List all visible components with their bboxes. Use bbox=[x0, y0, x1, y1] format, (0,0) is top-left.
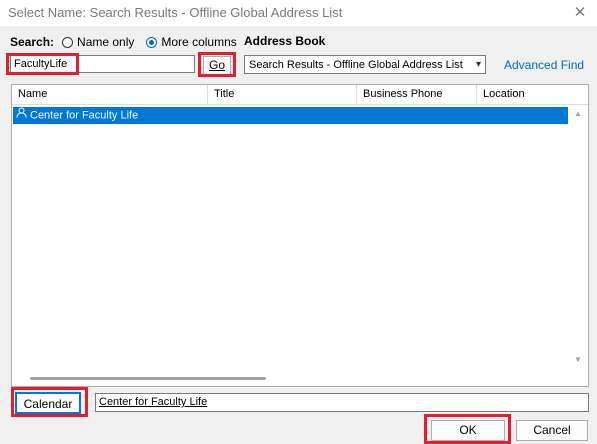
name-only-label[interactable]: Name only bbox=[77, 35, 134, 49]
search-input[interactable]: FacultyLife bbox=[10, 55, 195, 73]
person-icon bbox=[16, 107, 27, 124]
address-book-label: Address Book bbox=[244, 34, 326, 48]
go-button-label: Go bbox=[208, 58, 225, 72]
column-header-business-phone[interactable]: Business Phone bbox=[357, 85, 477, 104]
recipient-field[interactable]: Center for Faculty Life bbox=[95, 393, 589, 412]
search-options: Search: Name only More columns bbox=[10, 34, 237, 50]
results-list[interactable]: Name Title Business Phone Location Cente… bbox=[11, 84, 589, 387]
ok-button[interactable]: OK bbox=[431, 420, 505, 441]
advanced-find-link[interactable]: Advanced Find bbox=[504, 58, 584, 72]
search-label: Search: bbox=[10, 35, 55, 49]
name-only-radio[interactable] bbox=[62, 36, 74, 48]
address-book-value: Search Results - Offline Global Address … bbox=[249, 59, 463, 71]
list-header: Name Title Business Phone Location bbox=[12, 85, 588, 105]
horizontal-scrollbar-thumb[interactable] bbox=[30, 377, 266, 380]
chevron-down-icon: ▾ bbox=[475, 59, 481, 70]
cancel-button[interactable]: Cancel bbox=[516, 420, 588, 441]
calendar-button-label: Calendar bbox=[23, 397, 73, 411]
table-row[interactable]: Center for Faculty Life bbox=[13, 107, 568, 124]
scroll-down-icon[interactable]: ▼ bbox=[574, 355, 582, 364]
row-name: Center for Faculty Life bbox=[30, 109, 139, 122]
more-columns-radio[interactable] bbox=[146, 36, 158, 48]
column-header-title[interactable]: Title bbox=[208, 85, 357, 104]
select-name-dialog: Select Name: Search Results - Offline Gl… bbox=[0, 0, 597, 444]
more-columns-label[interactable]: More columns bbox=[161, 35, 236, 49]
column-header-name[interactable]: Name bbox=[12, 85, 208, 104]
cancel-button-label: Cancel bbox=[533, 423, 571, 437]
column-header-location[interactable]: Location bbox=[477, 85, 587, 104]
address-book-select[interactable]: Search Results - Offline Global Address … bbox=[244, 55, 486, 74]
recipient-value: Center for Faculty Life bbox=[99, 396, 208, 408]
vertical-scrollbar[interactable]: ▲ ▼ bbox=[569, 105, 587, 367]
go-button[interactable]: Go bbox=[203, 56, 231, 75]
window-title: Select Name: Search Results - Offline Gl… bbox=[8, 5, 343, 20]
calendar-button[interactable]: Calendar bbox=[15, 392, 81, 414]
title-bar: Select Name: Search Results - Offline Gl… bbox=[0, 0, 597, 26]
close-icon[interactable]: ✕ bbox=[571, 3, 589, 21]
scroll-up-icon[interactable]: ▲ bbox=[574, 109, 582, 118]
ok-button-label: OK bbox=[459, 423, 477, 437]
